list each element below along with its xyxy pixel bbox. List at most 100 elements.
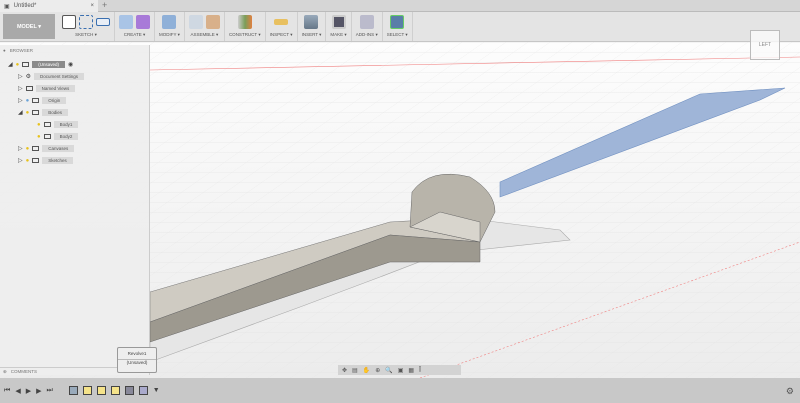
new-tab-button[interactable]: + <box>102 0 107 10</box>
lightbulb-icon[interactable]: ● <box>26 110 30 116</box>
canvas-feature-icon[interactable] <box>68 386 78 395</box>
rectangle-icon[interactable] <box>96 18 110 26</box>
collapse-icon[interactable]: ● <box>3 48 6 53</box>
folder-icon <box>32 98 40 103</box>
tree-label: Document Settings <box>34 73 85 80</box>
collapsed-icon[interactable]: ▷ <box>18 145 23 152</box>
group-label: SKETCH ▾ <box>75 32 97 37</box>
tree-item-body1[interactable]: ● Body1 <box>37 120 79 129</box>
select-group[interactable]: SELECT ▾ <box>383 12 413 41</box>
group-label: CONSTRUCT ▾ <box>228 32 261 37</box>
tree-item-canvases[interactable]: ▷ ● Canvases <box>18 144 75 153</box>
tree-item-bodies[interactable]: ◢ ● Bodies <box>18 108 69 117</box>
collapsed-icon[interactable]: ▷ <box>18 157 23 164</box>
lightbulb-icon[interactable]: ● <box>16 62 20 68</box>
measure-icon[interactable] <box>274 19 289 25</box>
tab-document[interactable]: ▣ Untitled* × <box>0 0 98 12</box>
image-icon[interactable] <box>304 15 319 29</box>
expanded-icon[interactable]: ◢ <box>8 61 13 68</box>
view-cube-face[interactable]: LEFT <box>759 42 771 48</box>
collapsed-icon[interactable]: ▷ <box>18 97 23 104</box>
select-icon[interactable] <box>390 15 405 29</box>
component-icon[interactable] <box>188 15 203 29</box>
folder-icon <box>25 86 33 91</box>
sketch-group[interactable]: SKETCH ▾ <box>58 12 115 41</box>
folder-icon <box>32 158 40 163</box>
look-at-icon[interactable]: ▤ <box>352 367 358 374</box>
next-icon[interactable]: ▶ <box>36 387 41 395</box>
tree-item-sketches[interactable]: ▷ ● Sketches <box>18 156 73 165</box>
line-icon[interactable] <box>79 15 93 29</box>
3d-print-icon[interactable] <box>331 15 346 29</box>
collapsed-icon[interactable]: ▷ <box>18 85 23 92</box>
addins-group[interactable]: ADD-INS ▾ <box>352 12 383 41</box>
extrude-icon[interactable] <box>119 15 133 29</box>
lightbulb-icon[interactable]: ● <box>26 158 30 164</box>
lightbulb-icon[interactable]: ● <box>37 134 41 140</box>
timeline: ⏮ ◀ ▶ ▶ ⏭ ▼ <box>0 378 800 403</box>
component-icon <box>22 62 30 67</box>
expanded-icon[interactable]: ◢ <box>18 109 23 116</box>
scripts-icon[interactable] <box>359 15 374 29</box>
sketch-icon[interactable] <box>62 15 76 29</box>
toolbar: MODEL ▾ SKETCH ▾ CREATE ▾ MODIFY ▾ ASSEM… <box>0 12 800 42</box>
joint-icon[interactable] <box>205 15 220 29</box>
tree-item-body2[interactable]: ● Body2 <box>37 132 79 141</box>
sketch-feature-icon[interactable] <box>82 386 92 395</box>
viewports-icon[interactable]: ⫿ <box>419 367 421 374</box>
tree-item-document-settings[interactable]: ▷ ⚙ Document Settings <box>18 72 85 81</box>
folder-icon <box>32 146 40 151</box>
view-cube[interactable]: LEFT <box>750 30 780 60</box>
tree-item-named-views[interactable]: ▷ Named Views <box>18 84 76 93</box>
lightbulb-icon[interactable]: ● <box>26 146 30 152</box>
plus-icon[interactable]: ⊕ <box>3 369 7 375</box>
press-pull-icon[interactable] <box>162 15 177 29</box>
orbit-icon[interactable]: ✥ <box>342 367 347 374</box>
zoom-icon[interactable]: ⊕ <box>375 367 380 374</box>
tree-label: Sketches <box>42 157 73 164</box>
gear-icon[interactable]: ⚙ <box>786 386 794 397</box>
timeline-marker[interactable]: ▼ <box>153 387 160 394</box>
folder-icon <box>32 110 40 115</box>
previous-icon[interactable]: ◀ <box>15 387 20 395</box>
collapsed-icon[interactable]: ▷ <box>18 73 23 80</box>
tree-label: Body2 <box>53 133 79 140</box>
tree-label: Canvases <box>42 145 75 152</box>
radio-icon[interactable]: ◉ <box>68 61 73 68</box>
tooltip-doc: (Unsaved) <box>126 360 148 365</box>
tree-item-origin[interactable]: ▷ ● Origin <box>18 96 67 105</box>
grid-icon[interactable]: ▦ <box>408 367 414 374</box>
first-icon[interactable]: ⏮ <box>4 387 10 395</box>
revolve-feature-icon[interactable] <box>138 386 148 395</box>
lightbulb-icon[interactable]: ● <box>37 122 41 128</box>
last-icon[interactable]: ⏭ <box>46 387 52 395</box>
insert-group[interactable]: INSERT ▾ <box>298 12 327 41</box>
create-group[interactable]: CREATE ▾ <box>115 12 155 41</box>
inspect-group[interactable]: INSPECT ▾ <box>266 12 298 41</box>
extrude-feature-icon[interactable] <box>124 386 134 395</box>
lightbulb-icon[interactable]: ● <box>26 98 30 104</box>
group-label: SELECT ▾ <box>386 32 408 37</box>
assemble-group[interactable]: ASSEMBLE ▾ <box>185 12 225 41</box>
play-icon[interactable]: ▶ <box>26 387 31 395</box>
close-icon[interactable]: × <box>90 3 94 9</box>
construct-group[interactable]: CONSTRUCT ▾ <box>225 12 266 41</box>
modify-group[interactable]: MODIFY ▾ <box>155 12 185 41</box>
form-icon[interactable] <box>136 15 150 29</box>
group-label: ADD-INS ▾ <box>355 32 378 37</box>
workspace-switcher[interactable]: MODEL ▾ <box>3 14 55 39</box>
tree-root[interactable]: ◢ ● (Unsaved) ◉ <box>8 60 73 69</box>
tree-label: Named Views <box>35 85 76 92</box>
navigation-bar: ✥ ▤ ✋ ⊕ 🔍 ▣ ▦ ⫿ <box>338 365 461 375</box>
fit-icon[interactable]: 🔍 <box>385 367 392 374</box>
browser-panel: ● BROWSER ◢ ● (Unsaved) ◉ ▷ ⚙ Document Setting… <box>0 45 150 375</box>
pan-icon[interactable]: ✋ <box>363 367 370 374</box>
sketch-feature-icon[interactable] <box>96 386 106 395</box>
sketch-feature-icon[interactable] <box>110 386 120 395</box>
tab-bar: ▣ Untitled* × + <box>0 0 800 12</box>
plane-icon[interactable] <box>237 15 252 29</box>
tooltip-feature: Revolve1 <box>118 348 156 360</box>
group-label: INSPECT ▾ <box>269 32 293 37</box>
make-group[interactable]: MAKE ▾ <box>326 12 352 41</box>
display-settings-icon[interactable]: ▣ <box>398 367 404 374</box>
